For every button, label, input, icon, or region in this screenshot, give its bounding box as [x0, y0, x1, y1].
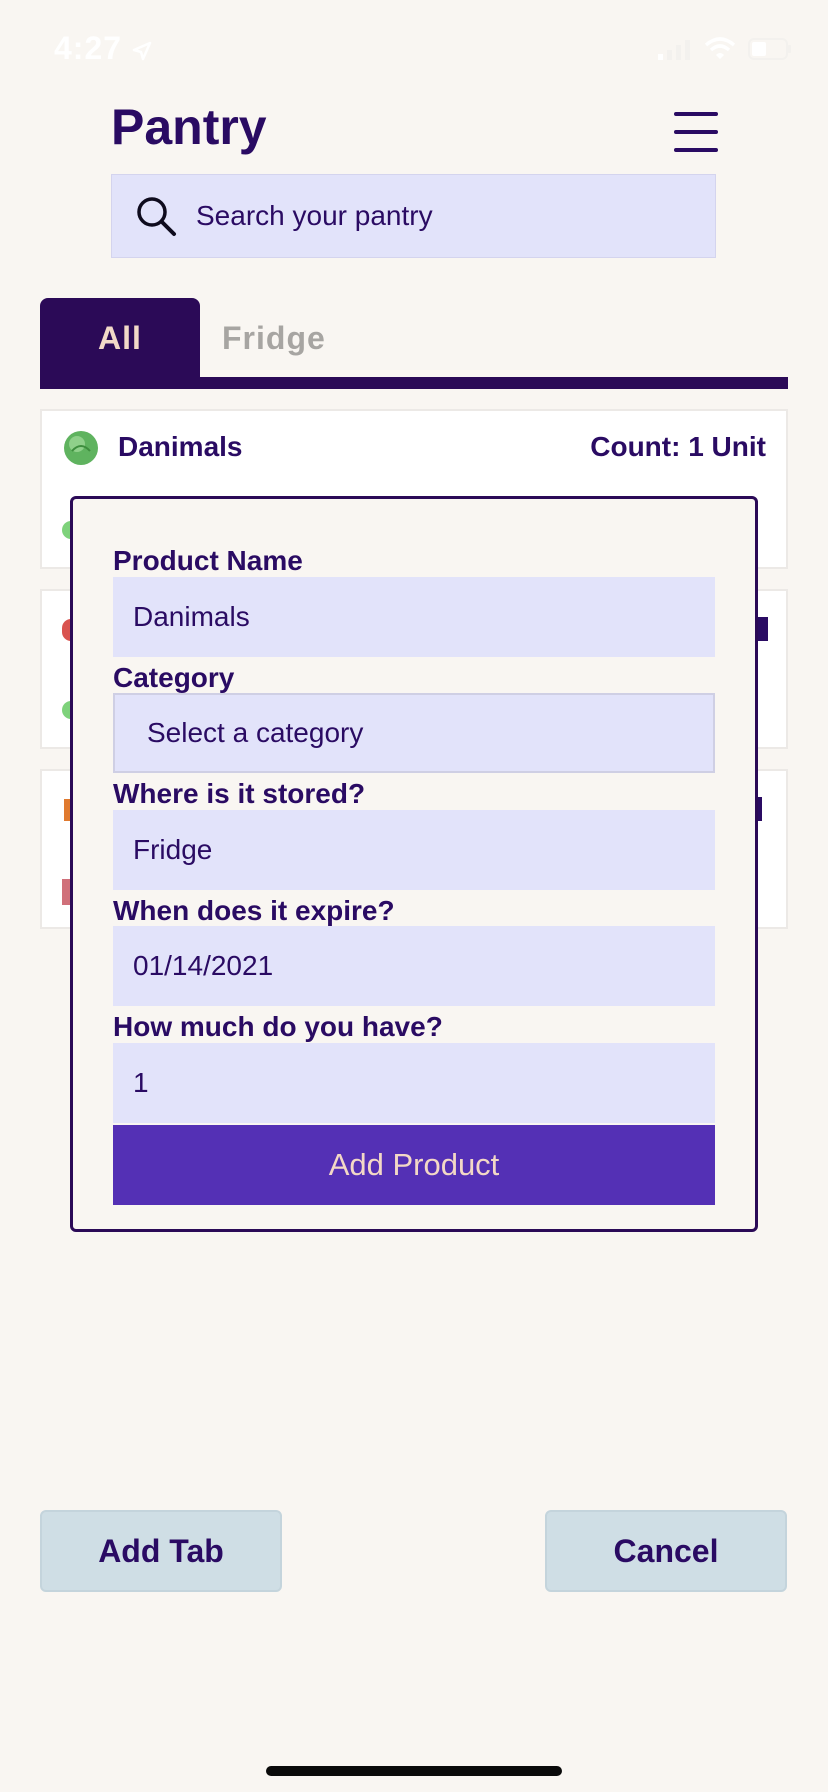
- menu-icon[interactable]: [674, 110, 718, 154]
- storage-label: Where is it stored?: [113, 778, 366, 809]
- status-icons: [658, 36, 792, 62]
- expire-label: When does it expire?: [113, 895, 395, 926]
- cancel-button[interactable]: Cancel: [545, 1510, 787, 1592]
- battery-icon: [748, 38, 791, 60]
- add-product-button[interactable]: Add Product: [113, 1125, 715, 1205]
- search-icon: [137, 197, 176, 236]
- status-time: 4:27: [54, 30, 152, 67]
- product-name-label: Product Name: [113, 545, 303, 576]
- search-input[interactable]: Search your pantry: [111, 174, 716, 258]
- home-indicator: [266, 1766, 562, 1776]
- tab-fridge[interactable]: Fridge: [222, 298, 326, 378]
- search-placeholder: Search your pantry: [196, 200, 433, 231]
- tab-underline: [40, 377, 788, 389]
- page-title: Pantry: [111, 99, 267, 155]
- add-tab-button[interactable]: Add Tab: [40, 1510, 282, 1592]
- amount-field[interactable]: 1: [113, 1043, 715, 1123]
- add-product-modal: Product Name Danimals Category Select a …: [70, 496, 758, 1232]
- wifi-icon: [704, 37, 736, 59]
- item-count: Count: 1 Unit: [590, 431, 766, 462]
- location-arrow-icon: [132, 41, 152, 60]
- category-select[interactable]: Select a category: [113, 693, 715, 773]
- cellular-signal-icon: [658, 40, 690, 60]
- category-label: Category: [113, 662, 235, 693]
- lettuce-icon: [64, 431, 98, 465]
- tab-all[interactable]: All: [40, 298, 200, 378]
- amount-label: How much do you have?: [113, 1011, 443, 1042]
- product-name-field[interactable]: Danimals: [113, 577, 715, 657]
- storage-field[interactable]: Fridge: [113, 810, 715, 890]
- item-name: Danimals: [118, 431, 243, 462]
- expire-date-field[interactable]: 01/14/2021: [113, 926, 715, 1006]
